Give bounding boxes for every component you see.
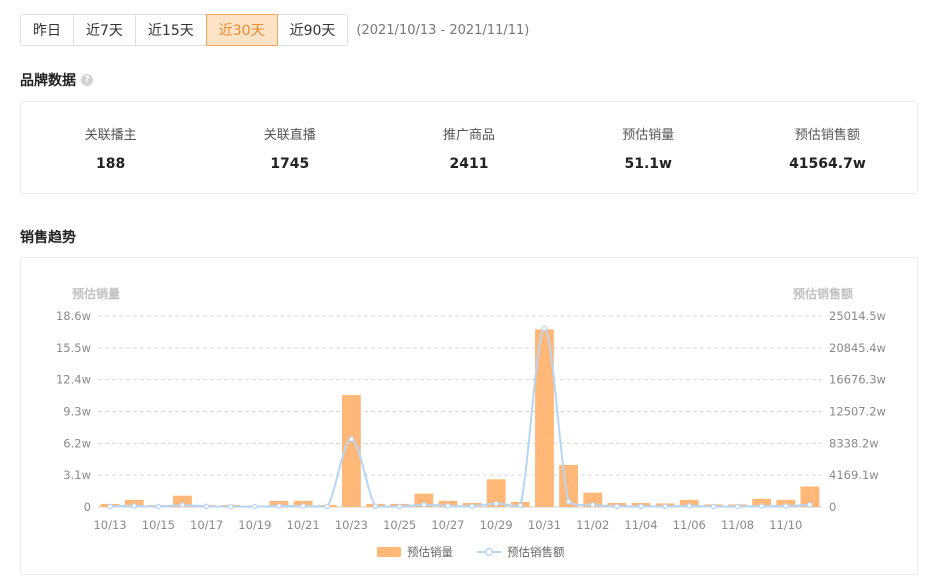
legend-bar-swatch <box>377 547 401 557</box>
range-button-7-days[interactable]: 近7天 <box>73 14 136 46</box>
x-tick-label: 10/23 <box>335 518 368 532</box>
line-point <box>638 503 644 510</box>
x-tick-label: 10/29 <box>480 518 513 532</box>
line-point <box>227 503 234 510</box>
line-point <box>276 503 282 509</box>
range-button-30-days[interactable]: 近30天 <box>205 14 278 46</box>
stat-label: 预估销售额 <box>794 127 860 143</box>
line-point <box>614 503 620 510</box>
stat-label: 预估销量 <box>622 127 675 143</box>
stat-linked-streamers: 关联播主 188 <box>21 102 200 193</box>
y-right-tick-label: 4169.1w <box>829 468 879 482</box>
sales-trend-chart-card: 预估销量 预估销售额 0 0 3.1w 4169.1w 6.2w 8338.2w 9.3w 125… <box>20 257 918 575</box>
y-right-tick-label: 16676.3w <box>829 373 886 387</box>
line-point <box>758 503 765 509</box>
date-range-selector: 昨日 近7天 近15天 近30天 近90天 (2021/10/13 - 2021… <box>20 14 529 46</box>
y-right-tick-label: 25014.5w <box>829 309 886 323</box>
line-point <box>348 436 355 442</box>
stat-value: 1745 <box>270 155 310 172</box>
stat-label: 关联直播 <box>263 127 316 143</box>
stat-linked-lives: 关联直播 1745 <box>200 102 379 193</box>
x-tick-label: 10/17 <box>190 518 223 532</box>
line-point <box>252 503 258 510</box>
y-left-tick-label: 3.1w <box>63 468 91 482</box>
x-tick-label: 11/08 <box>721 518 754 532</box>
line-point <box>517 502 524 509</box>
x-tick-label: 10/25 <box>383 518 416 532</box>
y-right-tick-label: 0 <box>829 500 836 514</box>
x-tick-label: 10/13 <box>93 518 126 532</box>
revenue-line <box>110 327 810 508</box>
y-right-tick-label: 8338.2w <box>829 436 879 450</box>
line-point <box>589 502 596 508</box>
y-axis-right-name: 预估销售额 <box>793 286 853 301</box>
y-left-tick-label: 18.6w <box>56 309 91 323</box>
sales-trend-title: 销售趋势 <box>20 227 76 247</box>
sales-trend-title-text: 销售趋势 <box>20 230 76 246</box>
y-left-tick-label: 12.4w <box>56 373 91 387</box>
stat-value: 188 <box>95 155 126 172</box>
x-tick-label: 10/19 <box>238 518 271 532</box>
x-tick-label: 10/21 <box>287 518 320 532</box>
x-tick-label: 11/10 <box>769 518 802 532</box>
y-right-tick-label: 20845.4w <box>829 341 886 355</box>
stat-estimated-sales: 预估销量 51.1w <box>559 102 738 193</box>
help-icon[interactable]: ? <box>81 74 93 86</box>
stat-value: 51.1w <box>624 155 672 172</box>
stat-estimated-revenue: 预估销售额 41564.7w <box>738 102 917 193</box>
x-tick-label: 10/15 <box>142 518 175 532</box>
line-point <box>565 498 572 505</box>
legend-line-marker <box>484 547 494 557</box>
range-button-yesterday[interactable]: 昨日 <box>20 14 74 46</box>
brand-data-title-text: 品牌数据 <box>20 73 76 89</box>
line-point <box>396 503 403 510</box>
line-point <box>155 503 162 510</box>
sales-trend-chart: 预估销量 预估销售额0 03.1w 4169.1w6.2w 8338.2w9.3w 125… <box>56 286 886 559</box>
line-point <box>420 501 427 508</box>
x-tick-label: 11/02 <box>576 518 609 532</box>
line-point <box>541 325 548 332</box>
stat-label: 关联播主 <box>84 127 137 143</box>
line-point <box>179 502 186 508</box>
y-left-tick-label: 9.3w <box>63 405 91 419</box>
x-tick-label: 11/06 <box>673 518 706 532</box>
y-axis-left-name: 预估销量 <box>72 286 120 301</box>
legend-bar-label: 预估销量 <box>407 545 453 559</box>
x-tick-label: 10/27 <box>431 518 464 532</box>
stat-label: 推广商品 <box>443 127 496 143</box>
x-tick-label: 10/31 <box>528 518 561 532</box>
line-point <box>807 501 813 508</box>
line-point <box>131 503 138 509</box>
y-left-tick-label: 0 <box>84 500 91 514</box>
line-point <box>469 503 475 510</box>
legend-line-label: 预估销售额 <box>507 545 565 559</box>
brand-data-title: 品牌数据 ? <box>20 70 93 90</box>
stat-value: 2411 <box>449 155 489 172</box>
y-left-tick-label: 15.5w <box>56 341 91 355</box>
line-point <box>300 503 306 509</box>
range-button-group: 昨日 近7天 近15天 近30天 近90天 <box>20 14 349 46</box>
stat-value: 41564.7w <box>789 155 866 172</box>
y-left-tick-label: 6.2w <box>63 436 91 450</box>
line-point <box>710 503 717 510</box>
line-point <box>782 503 789 509</box>
range-button-90-days[interactable]: 近90天 <box>276 14 349 46</box>
line-point <box>203 503 210 510</box>
brand-stats-card: 关联播主 188 关联直播 1745 推广商品 2411 预估销量 51.1w … <box>20 101 918 194</box>
line-point <box>324 503 331 510</box>
line-point <box>493 500 500 507</box>
x-tick-label: 11/04 <box>624 518 657 532</box>
range-button-15-days[interactable]: 近15天 <box>134 14 207 46</box>
stat-promoted-products: 推广商品 2411 <box>379 102 558 193</box>
y-right-tick-label: 12507.2w <box>829 405 886 419</box>
line-point <box>686 503 693 509</box>
date-range-text: (2021/10/13 - 2021/11/11) <box>356 22 530 38</box>
line-point <box>107 503 113 510</box>
line-point <box>372 503 379 510</box>
line-point <box>734 503 741 510</box>
line-point <box>445 503 451 509</box>
line-point <box>662 503 668 510</box>
